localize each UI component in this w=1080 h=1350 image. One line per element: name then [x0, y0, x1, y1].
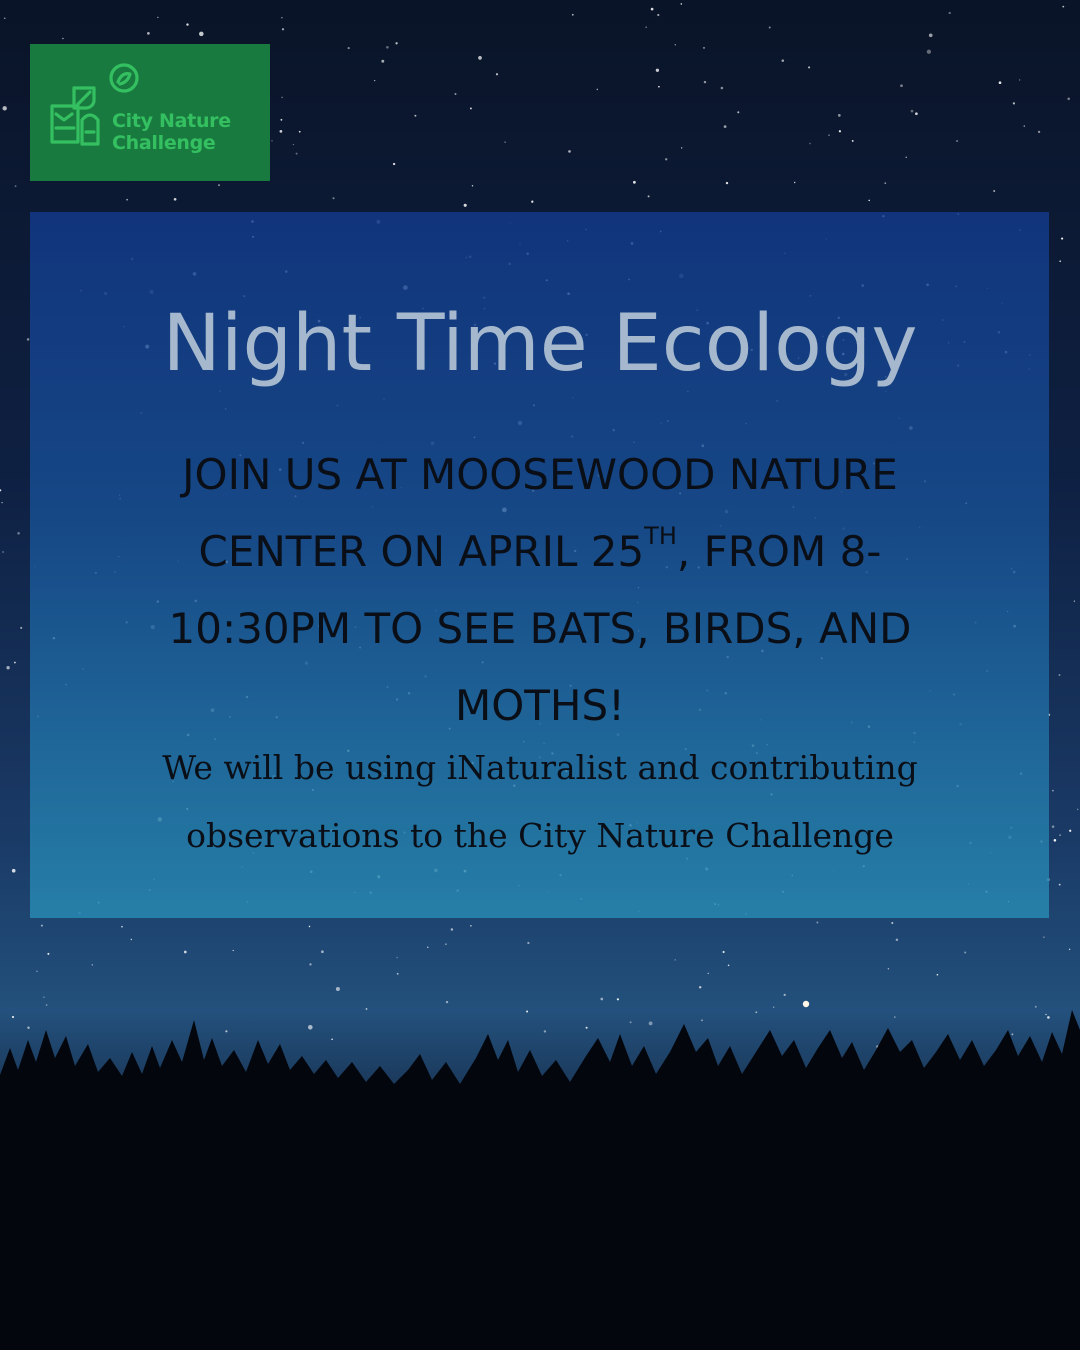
announcement-line-3: 10:30PM TO SEE BATS, BIRDS, AND [168, 604, 912, 653]
logo-text-line1: City Nature [112, 110, 231, 132]
announcement-line-2: CENTER ON APRIL 25TH, FROM 8- [60, 513, 1020, 590]
event-note: We will be using iNaturalist and contrib… [60, 734, 1020, 870]
announcement-date-text: CENTER ON APRIL 25 [198, 527, 645, 576]
event-announcement: JOIN US AT MOOSEWOOD NATURE CENTER ON AP… [60, 436, 1020, 744]
event-title: Night Time Ecology [162, 299, 918, 389]
note-line-2: observations to the City Nature Challeng… [186, 816, 894, 855]
event-poster: City Nature Challenge Night Time Ecology… [0, 0, 1080, 1350]
city-nature-challenge-logo: City Nature Challenge [30, 44, 270, 181]
announcement-line-4: MOTHS! [454, 681, 626, 730]
date-ordinal-suffix: TH [644, 522, 677, 550]
announcement-line-1: JOIN US AT MOOSEWOOD NATURE [182, 450, 898, 499]
logo-text-line2: Challenge [112, 132, 216, 154]
note-line-1: We will be using iNaturalist and contrib… [162, 748, 918, 787]
announcement-time-start: , FROM 8- [676, 527, 882, 576]
